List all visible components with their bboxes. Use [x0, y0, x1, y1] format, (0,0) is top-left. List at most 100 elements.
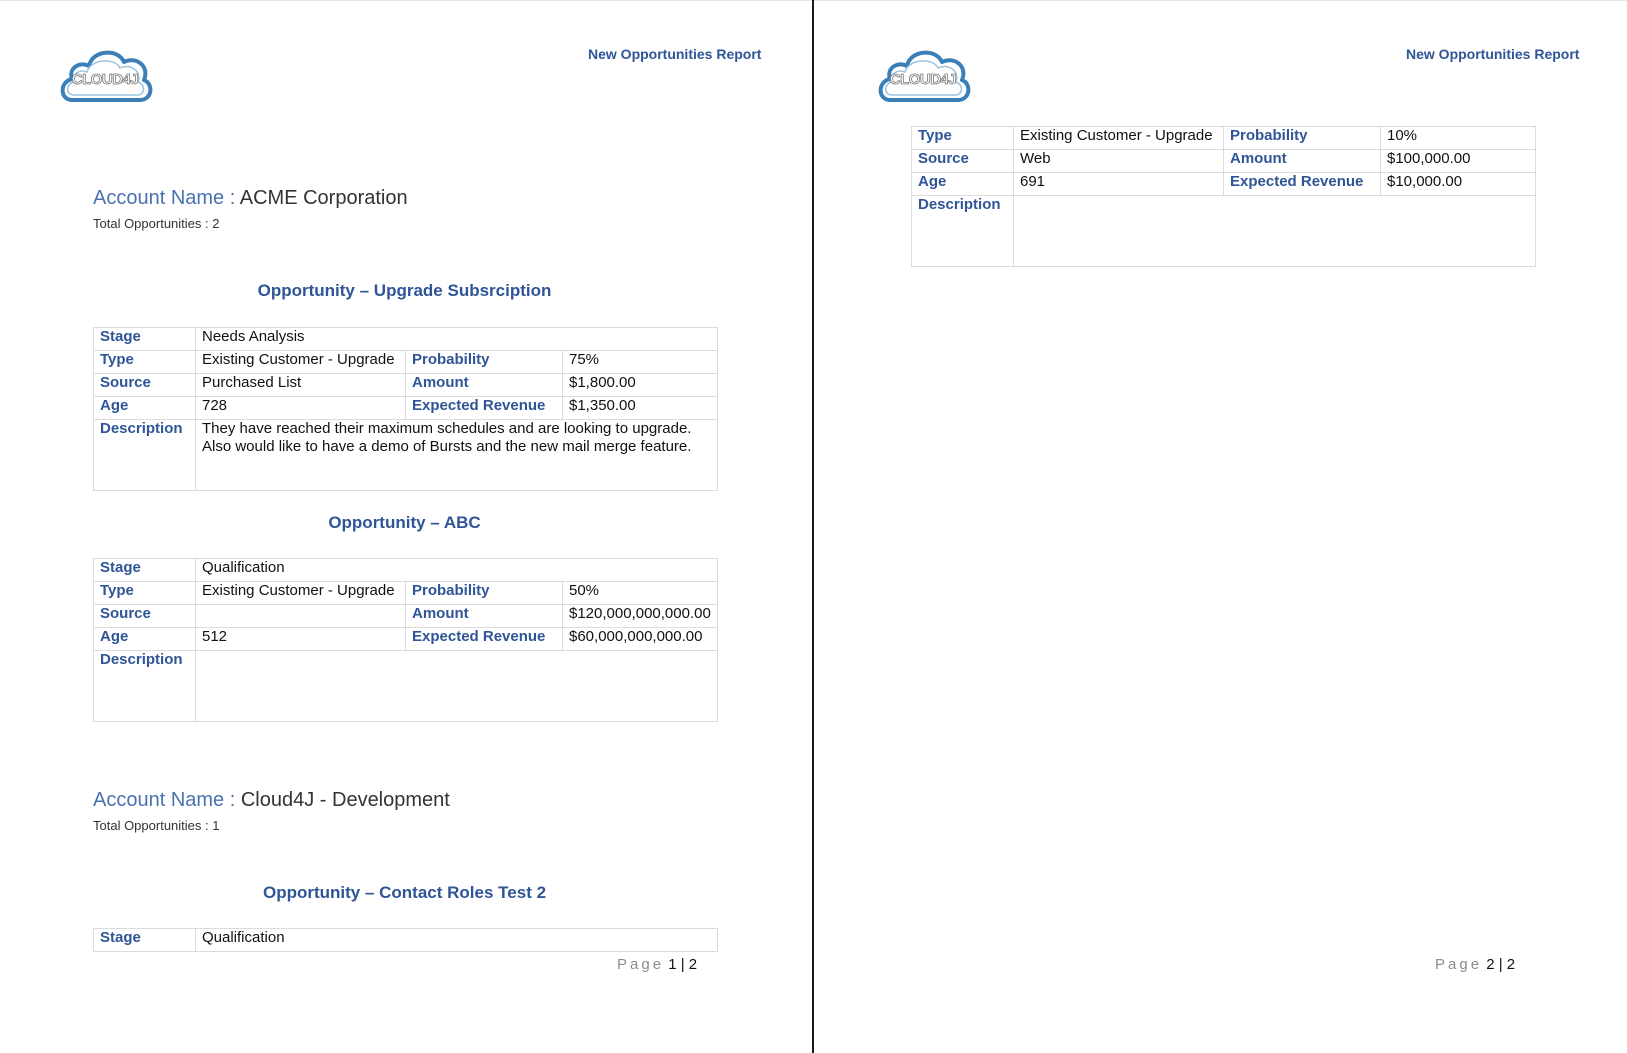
- page-number-word: Page: [1435, 956, 1483, 973]
- page-number-current: 1: [668, 956, 677, 973]
- table-row: Stage Qualification: [93, 558, 719, 582]
- page-number-total: 2: [688, 956, 698, 973]
- probability-value: 75%: [561, 350, 719, 374]
- page-number-separator: |: [676, 956, 689, 973]
- account-name-label: Account Name :: [93, 187, 240, 209]
- description-label: Description: [93, 650, 196, 722]
- expected-revenue-value: $1,350.00: [561, 396, 719, 420]
- description-value: [194, 650, 719, 722]
- source-label: Source: [93, 373, 196, 397]
- account-name-label: Account Name :: [93, 789, 241, 811]
- source-value: Purchased List: [195, 373, 406, 397]
- type-value: Existing Customer - Upgrade: [195, 581, 406, 605]
- page-number-word: Page: [617, 956, 665, 973]
- source-label: Source: [911, 149, 1014, 173]
- page-number: Page 1 | 2: [617, 956, 697, 973]
- type-value: Existing Customer - Upgrade: [1013, 126, 1224, 150]
- page-top-edge: [0, 0, 812, 1]
- opportunity-title: Opportunity – Upgrade Subsrciption: [93, 281, 716, 301]
- table-row: Description: [911, 195, 1536, 267]
- stage-label: Stage: [93, 558, 196, 582]
- table-row: Age 512 Expected Revenue $60,000,000,000…: [93, 627, 719, 651]
- table-row: Age 691 Expected Revenue $10,000.00: [911, 172, 1536, 196]
- stage-value: Qualification: [194, 558, 719, 582]
- stage-label: Stage: [93, 928, 196, 952]
- opportunity-table: Stage Qualification: [93, 928, 719, 952]
- expected-revenue-label: Expected Revenue: [1223, 172, 1381, 196]
- amount-value: $100,000.00: [1380, 149, 1536, 173]
- amount-value: $120,000,000,000.00: [561, 604, 719, 628]
- amount-label: Amount: [1223, 149, 1381, 173]
- opportunity-table: Stage Needs Analysis Type Existing Custo…: [93, 327, 719, 491]
- description-value: [1013, 195, 1536, 267]
- probability-label: Probability: [405, 350, 563, 374]
- expected-revenue-label: Expected Revenue: [405, 627, 563, 651]
- total-opportunities: Total Opportunities : 2: [93, 216, 219, 231]
- opportunity-title: Opportunity – ABC: [93, 513, 716, 533]
- page-top-edge: [814, 0, 1627, 1]
- probability-label: Probability: [405, 581, 563, 605]
- source-value: Web: [1013, 149, 1224, 173]
- description-value: They have reached their maximum schedule…: [194, 419, 719, 491]
- age-value: 691: [1013, 172, 1224, 196]
- page-number-separator: |: [1494, 956, 1507, 973]
- account-name-value: ACME Corporation: [239, 187, 408, 209]
- total-opportunities-label: Total Opportunities :: [93, 216, 213, 231]
- report-header-title: New Opportunities Report: [1406, 46, 1580, 62]
- probability-value: 10%: [1380, 126, 1536, 150]
- page-number: Page 2 | 2: [1435, 956, 1515, 973]
- stage-label: Stage: [93, 327, 196, 351]
- account-name-heading: Account Name : ACME Corporation: [93, 187, 408, 210]
- amount-label: Amount: [405, 373, 563, 397]
- table-row: Type Existing Customer - Upgrade Probabi…: [911, 126, 1536, 150]
- age-label: Age: [911, 172, 1014, 196]
- opportunity-title-name: Contact Roles Test 2: [379, 883, 547, 902]
- description-label: Description: [911, 195, 1014, 267]
- table-row: Stage Needs Analysis: [93, 327, 719, 351]
- account-name-value: Cloud4J - Development: [240, 789, 450, 811]
- table-row: Source Amount $120,000,000,000.00: [93, 604, 719, 628]
- age-label: Age: [93, 627, 196, 651]
- amount-label: Amount: [405, 604, 563, 628]
- report-header-title: New Opportunities Report: [588, 46, 762, 62]
- table-row: Source Web Amount $100,000.00: [911, 149, 1536, 173]
- account-name-heading: Account Name : Cloud4J - Development: [93, 789, 450, 812]
- type-label: Type: [93, 350, 196, 374]
- opportunity-title-name: ABC: [443, 513, 481, 532]
- report-page-1: New Opportunities Report Account Name : …: [0, 0, 812, 1053]
- table-row: Type Existing Customer - Upgrade Probabi…: [93, 350, 719, 374]
- opportunity-title-name: Upgrade Subsrciption: [373, 281, 552, 300]
- description-label: Description: [93, 419, 196, 491]
- expected-revenue-value: $10,000.00: [1380, 172, 1536, 196]
- stage-value: Needs Analysis: [194, 327, 719, 351]
- table-row: Age 728 Expected Revenue $1,350.00: [93, 396, 719, 420]
- source-value: [195, 604, 406, 628]
- table-row: Type Existing Customer - Upgrade Probabi…: [93, 581, 719, 605]
- opportunity-title-prefix: Opportunity –: [257, 281, 374, 300]
- cloud4j-logo-icon: [876, 44, 972, 106]
- age-label: Age: [93, 396, 196, 420]
- opportunity-table: Stage Qualification Type Existing Custom…: [93, 558, 719, 722]
- type-value: Existing Customer - Upgrade: [195, 350, 406, 374]
- age-value: 512: [195, 627, 406, 651]
- type-label: Type: [93, 581, 196, 605]
- table-row: Description They have reached their maxi…: [93, 419, 719, 491]
- opportunity-title: Opportunity – Contact Roles Test 2: [93, 883, 716, 903]
- opportunity-table-continued: Type Existing Customer - Upgrade Probabi…: [911, 126, 1536, 267]
- report-page-2: New Opportunities Report Type Existing C…: [814, 0, 1627, 1053]
- table-row: Source Purchased List Amount $1,800.00: [93, 373, 719, 397]
- stage-value: Qualification: [194, 928, 719, 952]
- total-opportunities-value: 2: [212, 216, 220, 231]
- amount-value: $1,800.00: [561, 373, 719, 397]
- cloud4j-logo-icon: [58, 44, 154, 106]
- total-opportunities-value: 1: [212, 818, 220, 833]
- table-row: Description: [93, 650, 719, 722]
- total-opportunities-label: Total Opportunities :: [93, 818, 213, 833]
- opportunity-title-prefix: Opportunity –: [328, 513, 444, 532]
- opportunity-title-prefix: Opportunity –: [262, 883, 380, 902]
- probability-label: Probability: [1223, 126, 1381, 150]
- type-label: Type: [911, 126, 1014, 150]
- source-label: Source: [93, 604, 196, 628]
- table-row: Stage Qualification: [93, 928, 719, 952]
- expected-revenue-value: $60,000,000,000.00: [561, 627, 719, 651]
